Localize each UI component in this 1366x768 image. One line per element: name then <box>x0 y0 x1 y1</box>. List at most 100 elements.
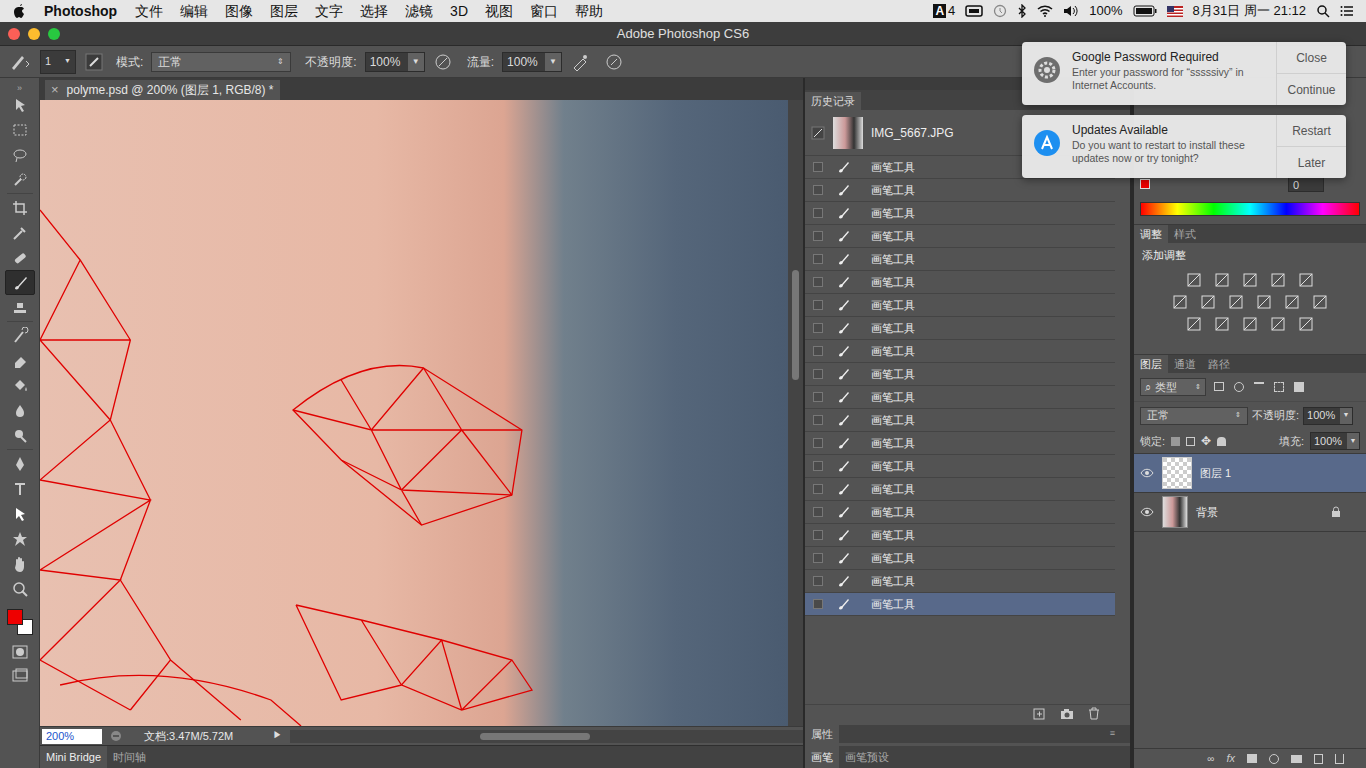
tool-button[interactable] <box>5 501 35 526</box>
menu-item[interactable]: 文件 <box>135 1 163 22</box>
menu-item[interactable]: 视图 <box>485 1 513 22</box>
tool-button[interactable] <box>5 167 35 192</box>
history-source-checkbox[interactable] <box>813 346 823 356</box>
bottom-tab[interactable]: 时间轴 <box>107 746 152 768</box>
pressure-opacity-icon[interactable] <box>433 52 453 72</box>
layer-row[interactable]: 图层 1 <box>1134 454 1366 493</box>
close-tab-button[interactable]: × <box>51 80 59 100</box>
new-adjustment-icon[interactable] <box>1269 754 1279 764</box>
scroll-thumb[interactable] <box>480 733 590 740</box>
photo-canvas[interactable] <box>40 100 788 726</box>
tool-button[interactable] <box>5 142 35 167</box>
history-row[interactable]: 画笔工具 <box>805 340 1115 363</box>
layers-tab[interactable]: 路径 <box>1202 355 1236 373</box>
history-source-checkbox[interactable] <box>813 231 823 241</box>
pixel-filter-icon[interactable] <box>1214 382 1224 391</box>
tool-button[interactable] <box>5 245 35 270</box>
history-row[interactable]: 画笔工具 <box>805 202 1115 225</box>
zoom-field[interactable]: 200% <box>42 729 102 744</box>
notification-button[interactable]: Later <box>1277 147 1346 178</box>
flow-field[interactable]: 100%▼ <box>502 52 562 72</box>
color-spectrum[interactable] <box>1140 202 1360 216</box>
visibility-toggle[interactable] <box>1140 505 1154 519</box>
menu-item[interactable]: 图像 <box>225 1 253 22</box>
shape-filter-icon[interactable] <box>1274 382 1284 392</box>
history-source-checkbox[interactable] <box>813 323 823 333</box>
add-mask-icon[interactable] <box>1247 754 1257 763</box>
history-row[interactable]: 画笔工具 <box>805 547 1115 570</box>
history-row[interactable]: 画笔工具 <box>805 248 1115 271</box>
history-source-checkbox[interactable] <box>813 576 823 586</box>
share-icon[interactable] <box>110 730 122 742</box>
layers-tab[interactable]: 图层 <box>1134 355 1168 373</box>
pressure-size-icon[interactable] <box>604 52 624 72</box>
history-source-checkbox[interactable] <box>813 300 823 310</box>
new-document-icon[interactable] <box>1033 708 1046 720</box>
menu-item[interactable]: 图层 <box>270 1 298 22</box>
lock-pixels-icon[interactable] <box>1186 437 1195 446</box>
history-source-checkbox[interactable] <box>813 461 823 471</box>
tool-button[interactable] <box>5 451 35 476</box>
history-row[interactable]: 画笔工具 <box>805 409 1115 432</box>
status-menu-button[interactable]: ▶ <box>273 729 282 743</box>
scroll-thumb[interactable] <box>792 270 799 380</box>
menu-item[interactable]: 编辑 <box>180 1 208 22</box>
history-row[interactable]: 画笔工具 <box>805 593 1115 616</box>
history-row[interactable]: 画笔工具 <box>805 294 1115 317</box>
visibility-toggle[interactable] <box>1140 466 1154 480</box>
menu-item[interactable]: 文字 <box>315 1 343 22</box>
delete-layer-icon[interactable] <box>1335 754 1344 764</box>
link-layers-icon[interactable]: ∞ <box>1207 751 1214 766</box>
brush-panel-icon[interactable] <box>84 52 104 72</box>
history-brush-source-icon[interactable] <box>811 126 825 140</box>
history-row[interactable]: 画笔工具 <box>805 432 1115 455</box>
adjustments-tab[interactable]: 样式 <box>1168 225 1202 243</box>
layer-style-button[interactable]: fx <box>1226 750 1235 767</box>
history-row[interactable]: 画笔工具 <box>805 317 1115 340</box>
us-flag-icon[interactable] <box>1167 6 1183 17</box>
foreground-color[interactable] <box>7 609 23 625</box>
history-row[interactable]: 画笔工具 <box>805 271 1115 294</box>
history-source-checkbox[interactable] <box>813 553 823 563</box>
menu-item[interactable]: 滤镜 <box>405 1 433 22</box>
layers-tab[interactable]: 通道 <box>1168 355 1202 373</box>
menu-item[interactable]: 窗口 <box>530 1 558 22</box>
tool-button[interactable] <box>5 423 35 448</box>
type-filter-icon[interactable] <box>1254 382 1264 392</box>
bluetooth-icon[interactable] <box>1017 4 1027 18</box>
history-source-checkbox[interactable] <box>813 415 823 425</box>
history-source-checkbox[interactable] <box>813 369 823 379</box>
history-source-checkbox[interactable] <box>813 484 823 494</box>
document-tab[interactable]: × polyme.psd @ 200% (图层 1, RGB/8) * <box>45 80 280 100</box>
camera-icon[interactable] <box>1060 708 1074 720</box>
notification-center-icon[interactable] <box>1340 5 1354 17</box>
tool-button[interactable] <box>5 117 35 142</box>
history-source-checkbox[interactable] <box>813 254 823 264</box>
menu-item[interactable]: 选择 <box>360 1 388 22</box>
smart-filter-icon[interactable] <box>1294 382 1304 392</box>
horizontal-scrollbar[interactable] <box>290 730 803 743</box>
screen-mode-icon[interactable] <box>11 667 29 685</box>
menu-item[interactable]: 3D <box>450 1 468 22</box>
brush-size-picker[interactable]: 1▼ <box>40 50 76 74</box>
tool-button[interactable] <box>5 220 35 245</box>
brush-tab[interactable]: 画笔预设 <box>839 746 895 768</box>
time-machine-icon[interactable] <box>993 4 1007 18</box>
history-row[interactable]: 画笔工具 <box>805 570 1115 593</box>
history-source-checkbox[interactable] <box>813 507 823 517</box>
brush-tab[interactable]: 画笔 <box>805 746 839 768</box>
input-source[interactable]: A <box>933 4 946 18</box>
menu-item[interactable]: 帮助 <box>575 1 603 22</box>
app-menu[interactable]: Photoshop <box>44 1 117 22</box>
lock-position-icon[interactable]: ✥ <box>1201 435 1211 447</box>
history-source-checkbox[interactable] <box>813 438 823 448</box>
layer-row[interactable]: 背景 <box>1134 493 1366 532</box>
tool-button[interactable] <box>5 195 35 220</box>
tool-button[interactable] <box>5 551 35 576</box>
notification-button[interactable]: Close <box>1277 42 1346 74</box>
tool-button[interactable] <box>5 92 35 117</box>
history-row[interactable]: 画笔工具 <box>805 363 1115 386</box>
history-row[interactable]: 画笔工具 <box>805 501 1115 524</box>
history-source-checkbox[interactable] <box>813 599 823 609</box>
tool-button[interactable] <box>5 576 35 601</box>
